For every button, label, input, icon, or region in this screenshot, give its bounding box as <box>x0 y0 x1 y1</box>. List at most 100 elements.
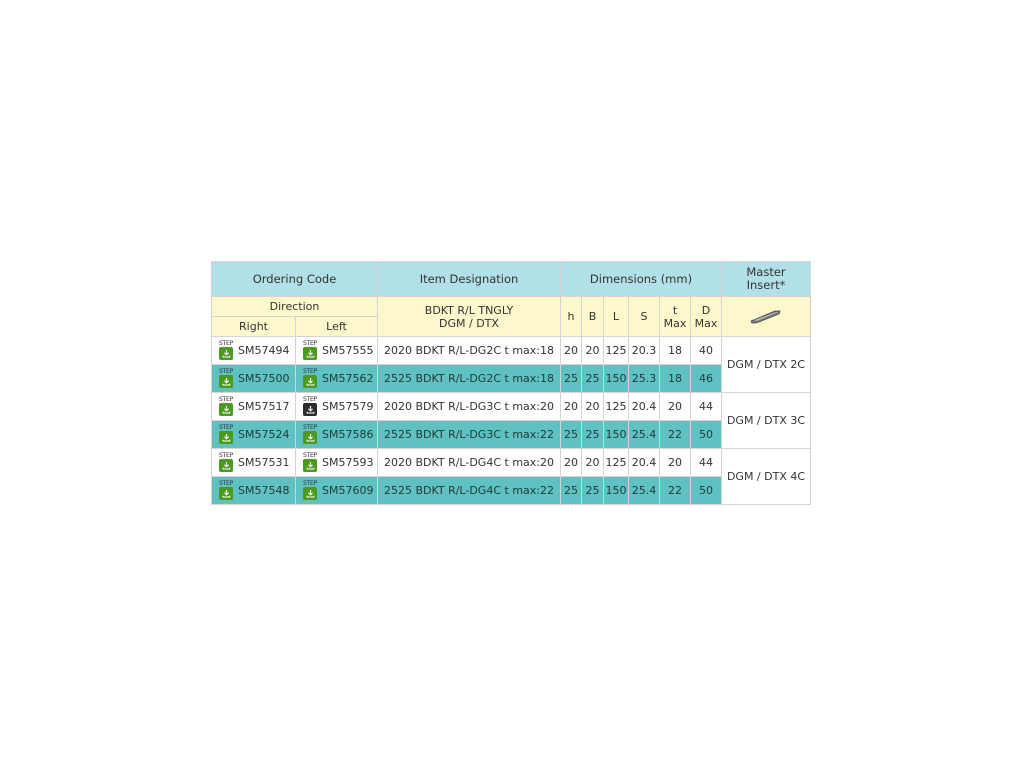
item-designation: 2525 BDKT R/L-DG3C t max:22 <box>377 420 561 449</box>
download-icon[interactable] <box>303 431 317 444</box>
step-download-left[interactable]: STEP <box>302 453 318 472</box>
table-row: STEP SM57494 STEP SM57555 2020 BDKT R/L-DG2C… <box>211 336 811 393</box>
header-master-insert-line2: Insert* <box>746 278 786 292</box>
download-icon[interactable] <box>303 459 317 472</box>
download-icon[interactable] <box>219 431 233 444</box>
step-download-right[interactable]: STEP <box>218 453 234 472</box>
header-insert-image-cell <box>721 296 811 337</box>
header-item-sub: BDKT R/L TNGLY DGM / DTX <box>377 296 561 337</box>
ordering-code-left: STEP SM57586 <box>295 420 378 449</box>
step-download-left[interactable]: STEP <box>302 425 318 444</box>
ordering-code-text[interactable]: SM57548 <box>238 484 289 497</box>
header-item-designation: Item Designation <box>377 261 561 297</box>
dim-s-value: 20.4 <box>628 448 660 477</box>
ordering-code-text[interactable]: SM57609 <box>322 484 373 497</box>
header-dim-s-label: S <box>640 310 648 323</box>
dim-d-value: 44 <box>690 448 722 477</box>
header-dim-t-label: t <box>672 303 678 317</box>
table-row: STEP SM57500 STEP SM57562 2525 BDKT R/L-DG2C… <box>211 364 811 393</box>
ordering-code-right: STEP SM57494 <box>211 336 296 365</box>
ordering-code-text[interactable]: SM57531 <box>238 456 289 469</box>
master-insert-value: DGM / DTX 3C <box>721 392 811 449</box>
product-table: Ordering Code Item Designation Dimension… <box>211 261 811 505</box>
header-dim-d: D Max <box>690 296 722 337</box>
master-insert-value: DGM / DTX 4C <box>721 448 811 505</box>
ordering-code-right: STEP SM57524 <box>211 420 296 449</box>
ordering-code-left: STEP SM57609 <box>295 476 378 505</box>
download-icon[interactable] <box>219 459 233 472</box>
dim-d-value: 44 <box>690 392 722 421</box>
dim-h-value: 25 <box>560 476 582 505</box>
ordering-code-right: STEP SM57548 <box>211 476 296 505</box>
ordering-code-left: STEP SM57579 <box>295 392 378 421</box>
header-left: Left <box>295 316 378 337</box>
header-dim-h: h <box>560 296 582 337</box>
header-dim-l: L <box>603 296 629 337</box>
ordering-code-right: STEP SM57500 <box>211 364 296 393</box>
dim-h-value: 25 <box>560 420 582 449</box>
dim-b-value: 20 <box>581 336 604 365</box>
step-download-right[interactable]: STEP <box>218 341 234 360</box>
ordering-code-text[interactable]: SM57500 <box>238 372 289 385</box>
ordering-code-left: STEP SM57562 <box>295 364 378 393</box>
header-dim-l-label: L <box>612 310 620 323</box>
dim-s-value: 25.3 <box>628 364 660 393</box>
table-row: STEP SM57548 STEP SM57609 2525 BDKT R/L-DG4C… <box>211 476 811 505</box>
header-dim-b-label: B <box>588 310 597 323</box>
ordering-code-text[interactable]: SM57517 <box>238 400 289 413</box>
step-download-left[interactable]: STEP <box>302 397 318 416</box>
dim-d-value: 50 <box>690 420 722 449</box>
ordering-code-text[interactable]: SM57555 <box>322 344 373 357</box>
ordering-code-left: STEP SM57593 <box>295 448 378 477</box>
dim-b-value: 20 <box>581 392 604 421</box>
step-download-right[interactable]: STEP <box>218 425 234 444</box>
dim-l-value: 125 <box>603 336 629 365</box>
dim-t-value: 22 <box>659 476 691 505</box>
ordering-code-text[interactable]: SM57593 <box>322 456 373 469</box>
download-icon[interactable] <box>219 347 233 360</box>
header-dim-t-sub: Max <box>663 316 687 330</box>
download-icon[interactable] <box>303 487 317 500</box>
step-download-right[interactable]: STEP <box>218 397 234 416</box>
download-icon[interactable] <box>303 347 317 360</box>
item-designation: 2020 BDKT R/L-DG2C t max:18 <box>377 336 561 365</box>
header-dim-d-sub: Max <box>694 316 718 330</box>
dim-l-value: 150 <box>603 476 629 505</box>
header-ordering-code: Ordering Code <box>211 261 378 297</box>
step-download-right[interactable]: STEP <box>218 369 234 388</box>
ordering-code-text[interactable]: SM57579 <box>322 400 373 413</box>
dim-l-value: 125 <box>603 448 629 477</box>
download-icon[interactable] <box>303 403 317 416</box>
header-dim-b: B <box>581 296 604 337</box>
step-download-left[interactable]: STEP <box>302 481 318 500</box>
download-icon[interactable] <box>219 375 233 388</box>
table-row: STEP SM57517 STEP SM57579 2020 BDKT R/L-DG3C… <box>211 392 811 449</box>
step-download-right[interactable]: STEP <box>218 481 234 500</box>
dim-l-value: 125 <box>603 392 629 421</box>
dim-t-value: 18 <box>659 336 691 365</box>
download-icon[interactable] <box>303 375 317 388</box>
ordering-code-text[interactable]: SM57494 <box>238 344 289 357</box>
dim-s-value: 20.3 <box>628 336 660 365</box>
dim-b-value: 25 <box>581 364 604 393</box>
download-icon[interactable] <box>219 487 233 500</box>
ordering-code-text[interactable]: SM57524 <box>238 428 289 441</box>
dim-h-value: 20 <box>560 336 582 365</box>
download-icon[interactable] <box>219 403 233 416</box>
ordering-code-text[interactable]: SM57562 <box>322 372 373 385</box>
dim-l-value: 150 <box>603 364 629 393</box>
item-designation: 2525 BDKT R/L-DG4C t max:22 <box>377 476 561 505</box>
dim-s-value: 25.4 <box>628 476 660 505</box>
dim-t-value: 18 <box>659 364 691 393</box>
header-dimensions: Dimensions (mm) <box>560 261 722 297</box>
dim-h-value: 20 <box>560 392 582 421</box>
step-download-left[interactable]: STEP <box>302 369 318 388</box>
ordering-code-text[interactable]: SM57586 <box>322 428 373 441</box>
step-download-left[interactable]: STEP <box>302 341 318 360</box>
ordering-code-left: STEP SM57555 <box>295 336 378 365</box>
header-master-insert: Master Insert* <box>721 261 811 297</box>
header-right: Right <box>211 316 296 337</box>
header-direction: Direction <box>211 296 378 317</box>
dim-b-value: 25 <box>581 476 604 505</box>
dim-s-value: 20.4 <box>628 392 660 421</box>
